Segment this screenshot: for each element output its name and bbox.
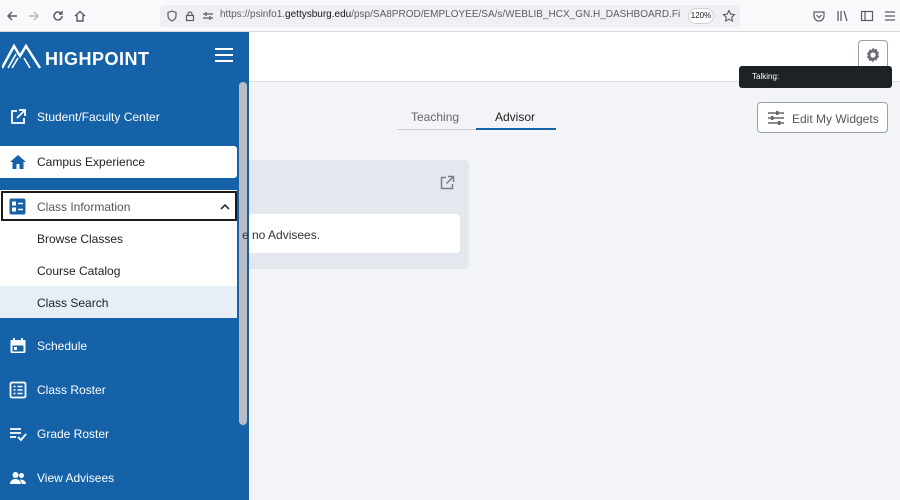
- tab-active-indicator: [476, 128, 556, 130]
- url-text: https://psinfo1.gettysburg.edu/psp/SA8PR…: [220, 9, 680, 20]
- highpoint-logo-icon: [2, 43, 42, 69]
- sidebar-item-campus-experience[interactable]: Campus Experience: [0, 146, 237, 178]
- sidebar-item-label: Grade Roster: [37, 427, 110, 441]
- hamburger-menu-icon[interactable]: [215, 48, 233, 62]
- sidebar-item-label: Schedule: [37, 339, 88, 353]
- people-icon: [10, 472, 26, 484]
- sidebar-item-schedule[interactable]: Schedule: [0, 325, 237, 369]
- sidebar-item-label: View Advisees: [37, 471, 115, 485]
- sidebar-scrollbar-thumb[interactable]: [239, 82, 247, 425]
- submenu-item-class-search[interactable]: Class Search: [0, 286, 238, 318]
- sidebar-item-student-faculty-center[interactable]: Student/Faculty Center: [0, 96, 237, 140]
- logo: [2, 42, 42, 70]
- logo-text: HIGHPOINT: [45, 49, 150, 69]
- advisees-message: e no Advisees.: [242, 228, 321, 242]
- permissions-icon: [203, 12, 213, 20]
- external-link-icon: [11, 109, 26, 124]
- library-icon[interactable]: [836, 9, 850, 23]
- roster-icon: [9, 381, 27, 399]
- back-arrow-icon[interactable]: [4, 8, 20, 24]
- gear-icon: [866, 47, 880, 63]
- submenu-item-course-catalog[interactable]: Course Catalog: [0, 254, 238, 286]
- list-icon: [9, 198, 26, 215]
- external-link-icon[interactable]: [439, 175, 455, 191]
- tab-teaching[interactable]: Teaching: [411, 110, 459, 124]
- sliders-icon: [768, 111, 784, 125]
- edit-my-widgets-label: Edit My Widgets: [792, 112, 879, 126]
- home-icon: [10, 155, 26, 169]
- edit-my-widgets-button[interactable]: Edit My Widgets: [757, 102, 888, 133]
- grade-icon: [10, 428, 27, 442]
- zoom-level[interactable]: 120%: [688, 8, 714, 24]
- browser-toolbar: https://psinfo1.gettysburg.edu/psp/SA8PR…: [0, 0, 900, 32]
- tab-advisor[interactable]: Advisor: [495, 110, 535, 124]
- chevron-up-icon[interactable]: [219, 202, 231, 212]
- calendar-icon: [10, 338, 26, 353]
- url-bar[interactable]: https://psinfo1.gettysburg.edu/psp/SA8PR…: [160, 5, 740, 27]
- submenu-item-label: Course Catalog: [37, 264, 121, 278]
- pocket-icon[interactable]: [812, 9, 826, 23]
- menu-icon[interactable]: [884, 9, 896, 23]
- shield-icon: [167, 10, 177, 22]
- sidebar-item-class-information[interactable]: Class Information: [1, 191, 237, 221]
- submenu-item-browse-classes[interactable]: Browse Classes: [0, 222, 238, 254]
- reload-icon[interactable]: [50, 8, 66, 24]
- submenu-item-label: Browse Classes: [37, 232, 124, 246]
- bookmark-star-icon[interactable]: [722, 9, 736, 23]
- sidebar-toggle-icon[interactable]: [860, 9, 874, 23]
- sidebar-item-label: Campus Experience: [37, 155, 146, 169]
- sidebar-item-grade-roster[interactable]: Grade Roster: [0, 413, 237, 457]
- sidebar-item-label: Class Information: [37, 200, 131, 214]
- home-icon[interactable]: [72, 8, 88, 24]
- tooltip: Talking:: [739, 66, 892, 88]
- submenu-item-label: Class Search: [37, 296, 109, 310]
- class-information-group: Class Information Browse Classes Course …: [0, 190, 238, 318]
- sidebar-item-label: Student/Faculty Center: [37, 110, 160, 124]
- tooltip-text: Talking:: [752, 72, 780, 81]
- lock-icon: [185, 11, 195, 22]
- forward-arrow-icon[interactable]: [26, 8, 42, 24]
- sidebar-item-label: Class Roster: [37, 383, 106, 397]
- sidebar-item-view-advisees[interactable]: View Advisees: [0, 457, 237, 500]
- sidebar-item-class-roster[interactable]: Class Roster: [0, 369, 237, 413]
